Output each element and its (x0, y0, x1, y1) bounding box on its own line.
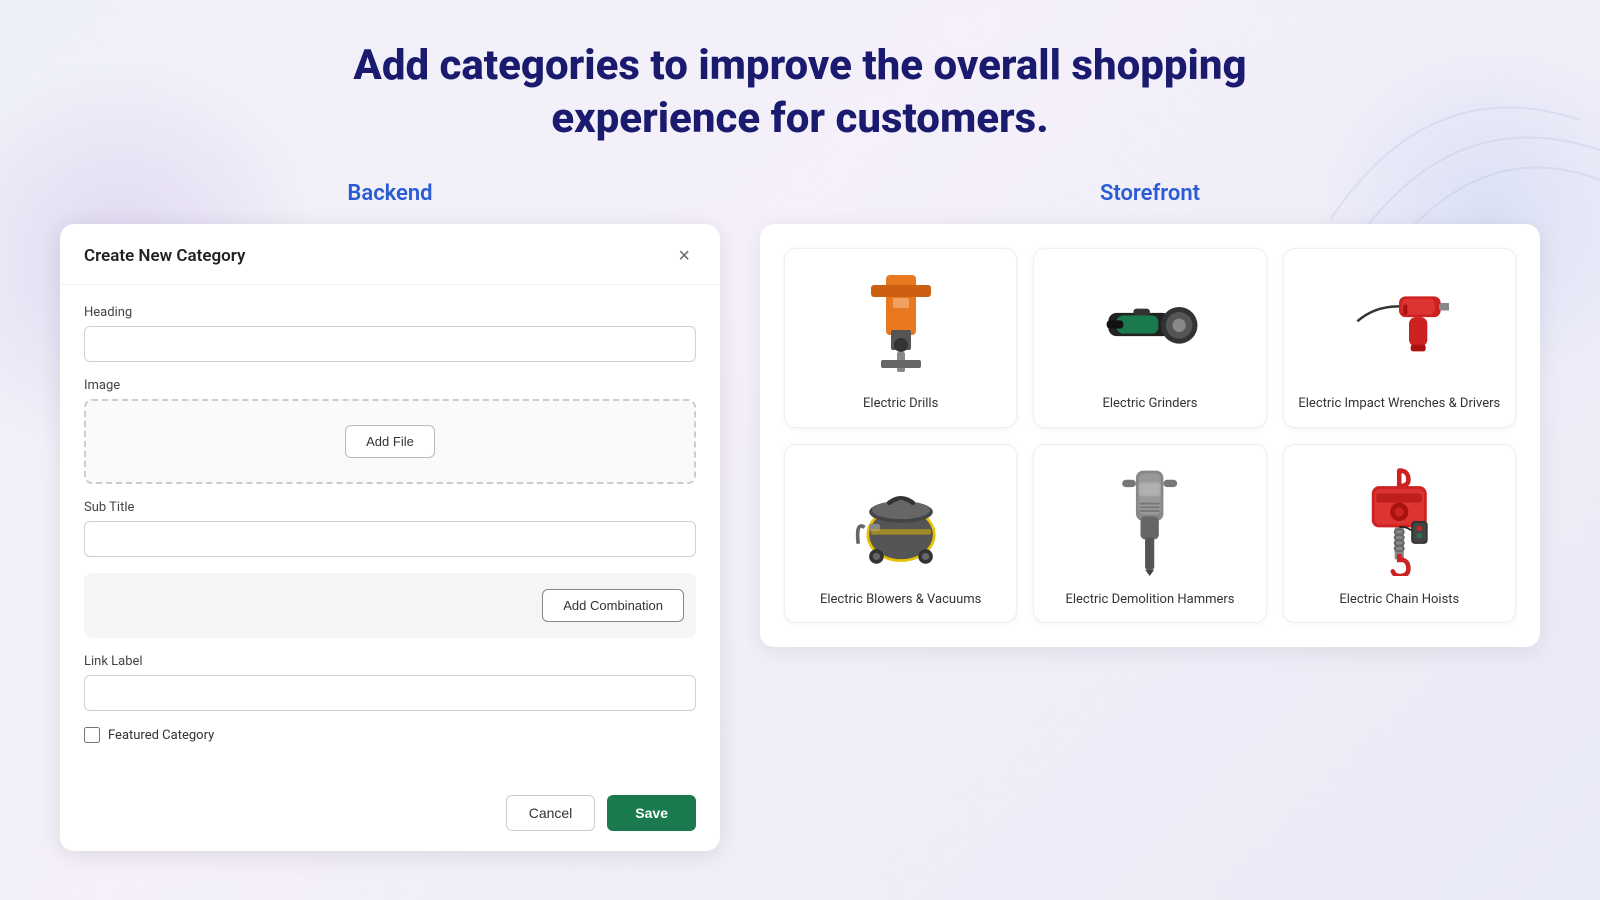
product-card-electric-blowers-vacuums: Electric Blowers & Vacuums (784, 444, 1017, 624)
storefront-column: Storefront (760, 181, 1540, 647)
modal-close-button[interactable]: × (672, 244, 696, 268)
product-card-electric-grinders: Electric Grinders (1033, 248, 1266, 428)
modal-title: Create New Category (84, 246, 246, 266)
product-name-electric-impact-wrenches: Electric Impact Wrenches & Drivers (1298, 395, 1500, 413)
main-container: Add categories to improve the overall sh… (0, 0, 1600, 881)
product-name-electric-blowers-vacuums: Electric Blowers & Vacuums (820, 591, 981, 609)
electric-chain-hoists-icon (1358, 466, 1441, 576)
product-card-electric-demolition-hammers: Electric Demolition Hammers (1033, 444, 1266, 624)
featured-category-row: Featured Category (84, 727, 696, 743)
image-label: Image (84, 378, 696, 393)
image-upload-area[interactable]: Add File (84, 399, 696, 484)
product-name-electric-grinders: Electric Grinders (1102, 395, 1197, 413)
backend-column: Backend Create New Category × Heading Im… (60, 181, 720, 851)
heading-label: Heading (84, 305, 696, 320)
product-image-electric-impact-wrenches (1296, 265, 1503, 385)
page-heading: Add categories to improve the overall sh… (350, 40, 1250, 145)
product-card-electric-drills: Electric Drills (784, 248, 1017, 428)
modal-footer: Cancel Save (60, 783, 720, 851)
link-label-input[interactable] (84, 675, 696, 711)
subtitle-input[interactable] (84, 521, 696, 557)
save-button[interactable]: Save (607, 795, 696, 831)
heading-group: Heading (84, 305, 696, 362)
backend-label: Backend (60, 181, 720, 206)
product-image-electric-chain-hoists (1296, 461, 1503, 581)
product-card-electric-impact-wrenches: Electric Impact Wrenches & Drivers (1283, 248, 1516, 428)
modal-header: Create New Category × (60, 224, 720, 285)
product-card-electric-chain-hoists: Electric Chain Hoists (1283, 444, 1516, 624)
electric-blowers-vacuums-icon (851, 471, 951, 571)
modal-body: Heading Image Add File Sub Title (60, 285, 720, 783)
product-grid: Electric Drills (784, 248, 1516, 623)
link-label-label: Link Label (84, 654, 696, 669)
storefront-panel: Electric Drills (760, 224, 1540, 647)
product-image-electric-drills (797, 265, 1004, 385)
add-combination-button[interactable]: Add Combination (542, 589, 684, 622)
product-name-electric-chain-hoists: Electric Chain Hoists (1339, 591, 1459, 609)
featured-category-label: Featured Category (108, 728, 214, 743)
image-group: Image Add File (84, 378, 696, 484)
product-image-electric-blowers-vacuums (797, 461, 1004, 581)
storefront-label: Storefront (760, 181, 1540, 206)
add-file-button[interactable]: Add File (345, 425, 435, 458)
product-name-electric-drills: Electric Drills (863, 395, 938, 413)
create-category-modal: Create New Category × Heading Image Add … (60, 224, 720, 851)
electric-demolition-hammers-icon (1113, 466, 1186, 576)
electric-impact-wrenches-icon (1349, 288, 1449, 363)
subtitle-label: Sub Title (84, 500, 696, 515)
electric-drills-icon (851, 270, 951, 380)
product-name-electric-demolition-hammers: Electric Demolition Hammers (1065, 591, 1234, 609)
columns-row: Backend Create New Category × Heading Im… (60, 181, 1540, 851)
electric-grinders-icon (1100, 292, 1200, 359)
heading-input[interactable] (84, 326, 696, 362)
cancel-button[interactable]: Cancel (506, 795, 596, 831)
combination-row: Add Combination (84, 573, 696, 638)
featured-category-checkbox[interactable] (84, 727, 100, 743)
product-image-electric-grinders (1046, 265, 1253, 385)
link-label-group: Link Label (84, 654, 696, 711)
product-image-electric-demolition-hammers (1046, 461, 1253, 581)
subtitle-group: Sub Title (84, 500, 696, 557)
